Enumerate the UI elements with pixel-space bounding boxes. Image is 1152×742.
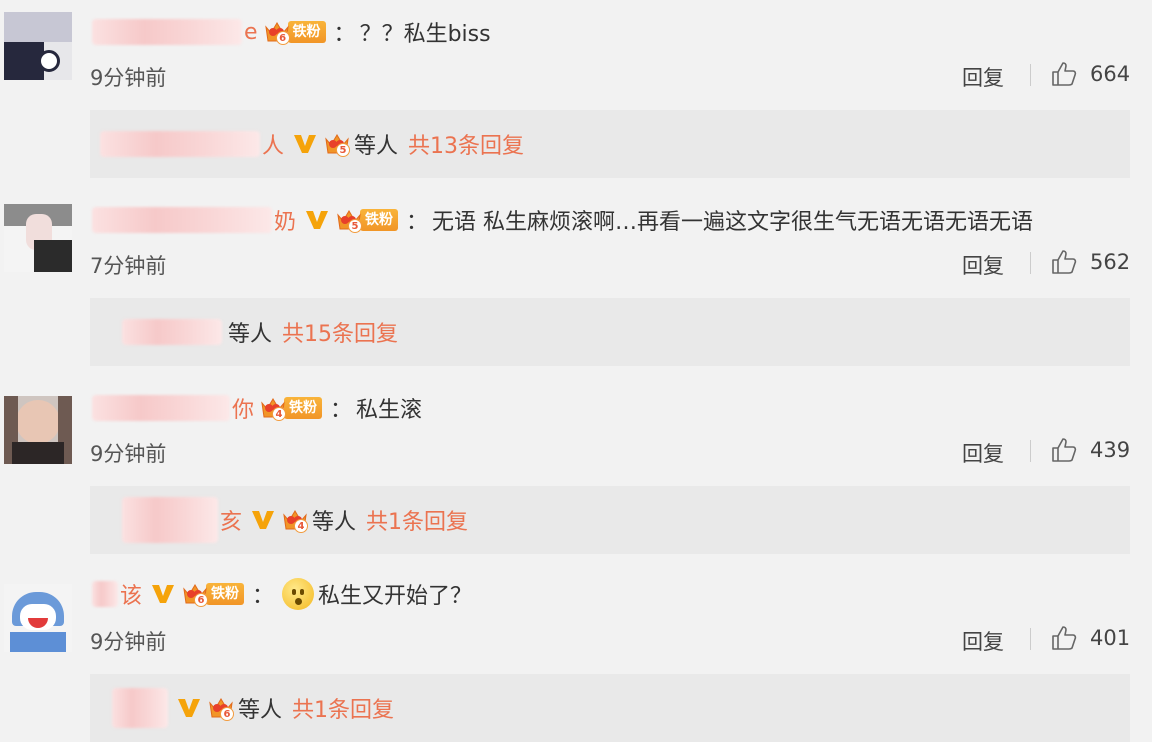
blurred-username[interactable] [92,19,242,45]
crown-icon: 4 [282,507,309,533]
like-count: 401 [1090,626,1131,650]
crown-icon: 6 [182,581,209,607]
crown-icon: 6 [208,695,234,721]
reply-button[interactable]: 回复 [962,438,1004,468]
fan-badge: 6 [208,695,234,721]
reply-people-label: 等人 [238,698,283,723]
comment-header: 该 6 铁粉 ： 私生又开始了？ [92,576,472,612]
comment-text: ？？私生biss [359,22,491,47]
like-count: 439 [1090,438,1131,462]
timestamp: 7分钟前 [90,254,167,278]
reply-count-link[interactable]: 共13条回复 [408,128,524,160]
reply-summary[interactable]: 亥 4 等人 共1条回复 [90,486,1130,554]
username-tail[interactable]: 你 [232,392,254,424]
thumbs-up-icon [1052,250,1077,274]
blurred-username[interactable] [92,207,272,233]
thumbs-up-icon [1052,62,1077,86]
comment-header: e 6 铁粉 ： ？？私生biss [92,14,491,50]
fan-badge: 4 [282,507,309,533]
colon: ： [333,22,356,47]
colon: ： [330,398,353,423]
reply-user-tail[interactable]: 亥 [220,504,242,536]
fan-level: 5 [348,219,363,233]
fan-tag: 铁粉 [360,209,399,231]
fan-badge[interactable]: 5 铁粉 [336,207,399,233]
timestamp: 9分钟前 [90,630,167,654]
divider [1030,64,1031,86]
colon: ： [252,584,275,609]
like-button[interactable]: 664 [1050,60,1130,88]
surprised-face-emoji-icon [282,578,315,610]
verified-v-icon [306,211,329,229]
reply-summary[interactable]: 6 等人 共1条回复 [90,674,1130,742]
like-count: 664 [1090,62,1131,86]
reply-people-label: 等人 [228,322,273,347]
reply-count-link[interactable]: 共15条回复 [282,316,398,348]
thumbs-up-icon [1052,438,1077,462]
fan-badge[interactable]: 6 铁粉 [182,581,245,607]
blurred-username[interactable] [92,395,230,421]
blurred-reply-usernames[interactable] [100,131,260,157]
like-count: 562 [1090,250,1131,274]
avatar[interactable] [4,12,72,80]
fan-badge[interactable]: 6 铁粉 [264,19,326,45]
verified-v-icon [178,699,200,717]
divider [1030,440,1031,462]
reply-count-link[interactable]: 共1条回复 [292,692,394,724]
blurred-username[interactable] [92,581,118,607]
comment-text: 无语 私生麻烦滚啊…再看一遍这文字很生气无语无语无语无语 [432,210,1034,235]
comment-text: 私生滚 [356,398,423,423]
verified-v-icon [252,511,275,529]
fan-tag: 铁粉 [284,397,323,419]
reply-summary[interactable]: 人 5 等人 共13条回复 [90,110,1130,178]
like-button[interactable]: 562 [1050,248,1130,276]
blurred-reply-usernames[interactable] [122,497,218,543]
timestamp: 9分钟前 [90,442,167,466]
comment-header: 你 4 铁粉 ： 私生滚 [92,390,422,426]
reply-count-link[interactable]: 共1条回复 [366,504,468,536]
username-tail[interactable]: 该 [120,578,142,610]
fan-level: 6 [220,707,234,721]
avatar[interactable] [4,204,72,272]
like-button[interactable]: 401 [1050,624,1130,652]
fan-badge: 5 [324,131,351,157]
verified-v-icon [152,585,175,603]
reply-button[interactable]: 回复 [962,250,1004,280]
divider [1030,628,1031,650]
crown-icon: 4 [260,395,287,421]
blurred-reply-usernames[interactable] [112,688,168,728]
avatar[interactable] [4,584,72,652]
blurred-reply-usernames[interactable] [122,319,222,345]
timestamp: 9分钟前 [90,66,167,90]
comment-text: 私生又开始了？ [318,584,473,609]
reply-people-label: 等人 [354,134,399,159]
fan-tag: 铁粉 [206,583,245,605]
thumbs-up-icon [1052,626,1077,650]
reply-button[interactable]: 回复 [962,626,1004,656]
comment-header: 奶 5 铁粉 ： 无语 私生麻烦滚啊…再看一遍这文字很生气无语无语无语无语 [92,202,1033,238]
fan-badge[interactable]: 4 铁粉 [260,395,323,421]
divider [1030,252,1031,274]
fan-level: 6 [194,593,209,607]
verified-v-icon [294,135,317,153]
crown-icon: 5 [336,207,363,233]
reply-button[interactable]: 回复 [962,62,1004,92]
crown-icon: 5 [324,131,351,157]
colon: ： [406,210,429,235]
like-button[interactable]: 439 [1050,436,1130,464]
fan-level: 5 [336,143,351,157]
fan-level: 4 [294,519,309,533]
username-tail[interactable]: 奶 [274,204,296,236]
reply-user-tail[interactable]: 人 [262,128,284,160]
fan-level: 4 [272,407,287,421]
reply-people-label: 等人 [312,510,357,535]
avatar[interactable] [4,396,72,464]
fan-level: 6 [275,31,290,45]
fan-tag: 铁粉 [287,21,326,43]
crown-icon: 6 [264,19,290,45]
reply-summary[interactable]: 等人 共15条回复 [90,298,1130,366]
username-tail[interactable]: e [244,20,258,45]
